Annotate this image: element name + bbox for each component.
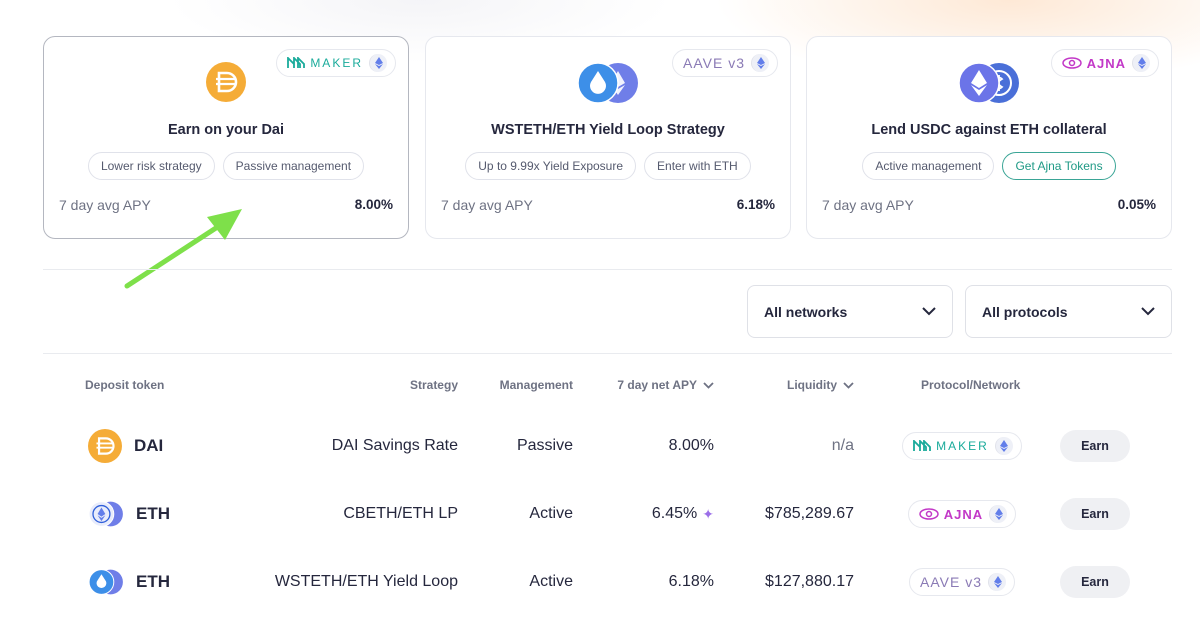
token-symbol: DAI	[134, 436, 164, 455]
ethereum-network-icon	[751, 54, 769, 72]
protocol-name: MAKER	[936, 439, 989, 453]
liquidity-cell: $127,880.17	[765, 573, 854, 590]
chevron-down-icon	[703, 381, 714, 389]
management-cell: Active	[529, 505, 573, 522]
token-symbol: ETH	[136, 572, 170, 591]
protocol-cell: AJNA	[906, 480, 1018, 548]
protocol-name: AJNA	[943, 506, 984, 522]
table-row[interactable]: ETH WSTETH/ETH Yield Loop Active 6.18% $…	[0, 548, 1200, 616]
protocol-cell: AAVE v3	[906, 548, 1018, 616]
strategy-cell: WSTETH/ETH Yield Loop	[274, 573, 458, 590]
wsteth-eth-icon	[577, 62, 639, 106]
section-divider	[43, 269, 1172, 270]
card-title: Lend USDC against ETH collateral	[871, 122, 1107, 138]
ethereum-network-icon	[369, 54, 387, 72]
protocol-badge-maker: MAKER	[276, 49, 396, 77]
card-title: WSTETH/ETH Yield Loop Strategy	[491, 122, 725, 138]
token-cell: ETH	[88, 548, 170, 616]
apy-label: 7 day avg APY	[441, 197, 533, 213]
strategy-card-usdc[interactable]: AJNA Lend USDC against ETH collateral Ac…	[806, 36, 1172, 239]
dai-icon	[206, 62, 246, 106]
apy-value: 8.00%	[668, 437, 714, 454]
table-row[interactable]: ETH CBETH/ETH LP Active 6.45% ✦ $785,289…	[0, 480, 1200, 548]
eth-usdc-icon	[958, 62, 1020, 106]
protocol-filter-select[interactable]: All protocols	[965, 285, 1172, 338]
strategy-cell: CBETH/ETH LP	[343, 505, 458, 522]
apy-label: 7 day avg APY	[822, 197, 914, 213]
earn-button[interactable]: Earn	[1060, 498, 1130, 530]
apy-value: 6.18%	[668, 573, 714, 590]
protocol-badge-maker: MAKER	[902, 432, 1022, 460]
management-cell: Active	[529, 573, 573, 590]
strategy-cell: DAI Savings Rate	[331, 437, 458, 454]
earn-button[interactable]: Earn	[1060, 430, 1130, 462]
ethereum-network-icon	[988, 573, 1006, 591]
network-filter-select[interactable]: All networks	[747, 285, 953, 338]
apy-value: 6.45%	[651, 505, 698, 522]
protocol-badge-ajna: AJNA	[1050, 49, 1159, 77]
ethereum-network-icon	[1132, 54, 1150, 72]
maker-logo-icon: MAKER	[287, 57, 363, 69]
wsteth-eth-icon	[88, 569, 123, 595]
header-management: Management	[499, 378, 573, 392]
protocol-name: AAVE v3	[683, 55, 745, 71]
header-liquidity-label: Liquidity	[787, 378, 837, 392]
header-apy-label: 7 day net APY	[617, 378, 697, 392]
header-deposit-token: Deposit token	[85, 378, 165, 392]
liquidity-cell: n/a	[831, 437, 854, 454]
get-ajna-tokens-tag[interactable]: Get Ajna Tokens	[1002, 152, 1116, 180]
token-cell: DAI	[88, 412, 163, 480]
apy-value: 6.18%	[736, 197, 775, 212]
apy-cell: 8.00%	[669, 412, 714, 480]
token-cell: ETH	[88, 480, 170, 548]
header-liquidity-sort[interactable]: Liquidity	[787, 378, 854, 392]
filter-divider	[43, 353, 1172, 354]
ethereum-network-icon	[989, 505, 1008, 523]
network-filter-value: All networks	[764, 303, 848, 320]
token-symbol: ETH	[136, 504, 170, 523]
aave-logo-icon: AAVE v3	[920, 575, 982, 589]
protocol-name: AAVE v3	[920, 574, 982, 590]
header-apy-sort[interactable]: 7 day net APY	[617, 378, 714, 392]
protocol-filter-value: All protocols	[982, 303, 1068, 320]
ethereum-network-icon	[994, 437, 1013, 455]
protocol-badge-ajna: AJNA	[907, 500, 1017, 528]
action-cell: Earn	[1060, 548, 1130, 616]
maker-logo-icon: MAKER	[913, 440, 989, 452]
ajna-logo-icon: AJNA	[919, 508, 983, 521]
dai-icon	[88, 429, 122, 463]
tag-enter-with: Enter with ETH	[644, 152, 751, 180]
cbeth-eth-icon	[88, 501, 123, 527]
ajna-logo-icon: AJNA	[1061, 55, 1126, 71]
tag-exposure: Up to 9.99x Yield Exposure	[465, 152, 637, 180]
chevron-down-icon	[1141, 307, 1155, 316]
header-protocol-network: Protocol/Network	[921, 378, 1021, 392]
header-strategy: Strategy	[409, 378, 458, 392]
table-row[interactable]: DAI DAI Savings Rate Passive 8.00% n/a M…	[0, 412, 1200, 480]
tag-management: Active management	[862, 152, 995, 180]
action-cell: Earn	[1060, 480, 1130, 548]
protocol-cell: MAKER	[902, 412, 1022, 480]
annotation-arrow-icon	[124, 209, 242, 289]
card-title: Earn on your Dai	[167, 122, 285, 138]
apy-cell: 6.18%	[669, 548, 714, 616]
apy-value: 0.05%	[1117, 197, 1156, 212]
apy-value: 8.00%	[354, 197, 393, 212]
tag-risk: Lower risk strategy	[87, 152, 215, 180]
apy-cell: 6.45% ✦	[652, 480, 714, 548]
protocol-name: AJNA	[1086, 55, 1126, 71]
chevron-down-icon	[843, 381, 854, 389]
strategy-card-wsteth[interactable]: AAVE v3 WSTETH/ETH Yield Loop Strategy U…	[425, 36, 791, 239]
protocol-name: MAKER	[310, 56, 363, 70]
aave-logo-icon: AAVE v3	[683, 56, 745, 70]
management-cell: Passive	[516, 437, 573, 454]
protocol-badge-aave: AAVE v3	[909, 568, 1015, 596]
sparkle-icon: ✦	[702, 505, 714, 522]
protocol-badge-aave: AAVE v3	[672, 49, 778, 77]
action-cell: Earn	[1060, 412, 1130, 480]
earn-button[interactable]: Earn	[1060, 566, 1130, 598]
liquidity-cell: $785,289.67	[765, 505, 854, 522]
tag-management: Passive management	[222, 152, 365, 180]
chevron-down-icon	[922, 307, 936, 316]
